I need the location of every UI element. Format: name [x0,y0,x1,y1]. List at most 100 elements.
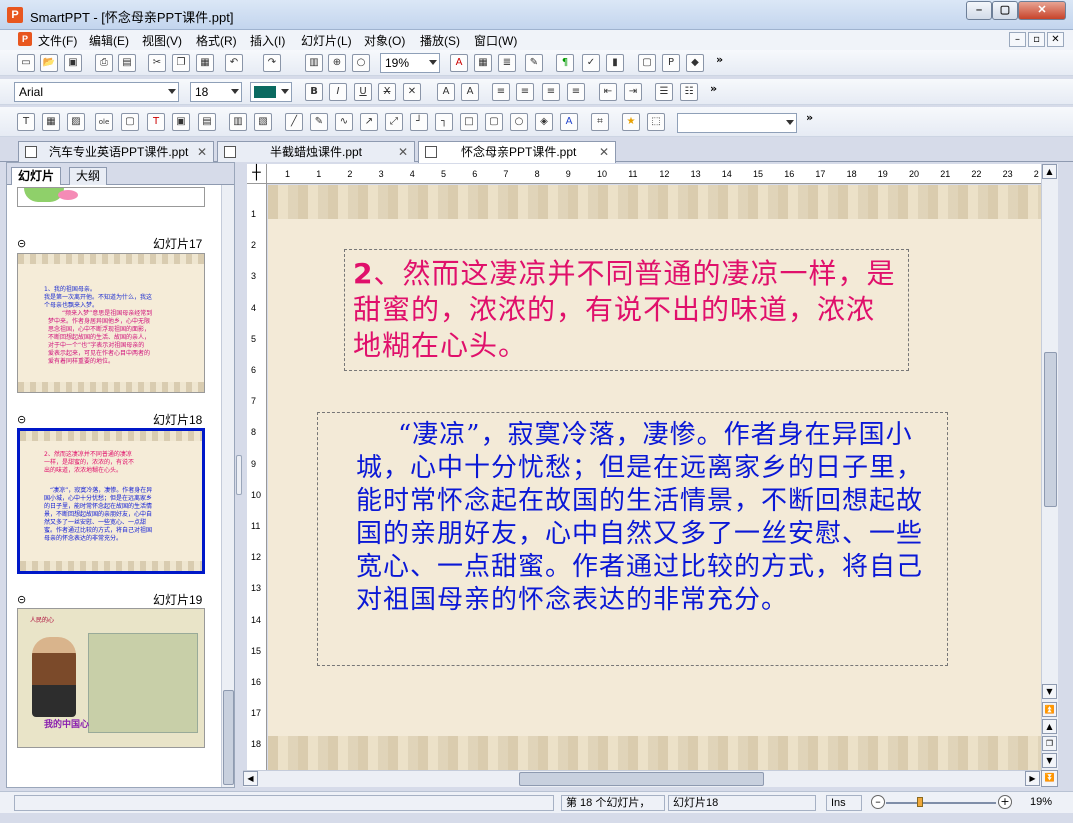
canvas-horizontal-scrollbar[interactable]: ◀ ▶ [243,770,1041,787]
open-icon[interactable]: 📂 [40,54,58,72]
menu-file[interactable]: 文件(F) [38,32,77,49]
textbox-icon[interactable]: T [17,113,35,131]
bullet-list-icon[interactable]: ☰ [655,83,673,101]
close-icon[interactable]: ✕ [197,142,207,162]
frame-icon[interactable]: ▢ [638,54,656,72]
scrollbar-thumb[interactable] [223,690,234,785]
shrink-font-icon[interactable]: A [461,83,479,101]
zoom-in-icon[interactable]: ⊕ [328,54,346,72]
tab-slides[interactable]: 幻灯片 [11,167,62,185]
toolbar-more-icon[interactable]: » [716,53,723,66]
tab-outline[interactable]: 大纲 [69,167,108,185]
shapes-icon[interactable]: ◈ [535,113,553,131]
next-page-icon[interactable]: ⏬ [1041,770,1058,787]
ole-icon[interactable]: ole [95,113,113,131]
mdi-minimize-button[interactable]: – [1009,32,1026,47]
publish-icon[interactable]: P [662,54,680,72]
curve-icon[interactable]: ∿ [335,113,353,131]
minimize-button[interactable]: – [966,1,992,20]
font-select[interactable]: Arial [14,82,179,102]
canvas-vertical-scrollbar[interactable]: ▲ ▼ ⏫ ▲ ❐ ▼ [1041,164,1058,770]
slide-thumbnail-19[interactable]: 人民的心 我的中国心 [17,608,205,748]
scroll-left-icon[interactable]: ◀ [243,771,258,786]
menu-slide[interactable]: 幻灯片(L) [301,32,352,49]
menu-view[interactable]: 视图(V) [142,32,182,49]
tab-doc-3[interactable]: 怀念母亲PPT课件.ppt ✕ [418,141,616,163]
save-icon[interactable]: ▣ [64,54,82,72]
scroll-down-icon[interactable]: ▼ [1042,684,1057,699]
body-textbox[interactable]: “凄凉”，寂寞冷落，凄惨。作者身在异国小城，心中十分忧愁；但是在远离家乡的日子里… [317,412,948,666]
numbered-list-icon[interactable]: ☷ [680,83,698,101]
group-icon[interactable]: ▥ [229,113,247,131]
rounded-rect-icon[interactable]: ▢ [485,113,503,131]
chart-icon[interactable]: ▮ [606,54,624,72]
scroll-right-icon[interactable]: ▶ [1025,771,1040,786]
zoom-slider-knob[interactable] [917,797,923,807]
close-icon[interactable]: ✕ [599,142,609,162]
pdf-icon[interactable]: ▤ [118,54,136,72]
arrow-icon[interactable]: ↗ [360,113,378,131]
image-icon[interactable]: ▨ [67,113,85,131]
slide-thumbnail-17[interactable]: 1、我的祖国母亲。 我是第一次离开他。不知道为什么，我这 个母亲也飘来入梦。 “… [17,253,205,393]
increase-indent-icon[interactable]: ⇥ [624,83,642,101]
prev-slide-icon[interactable]: ▲ [1042,719,1057,734]
line-icon[interactable]: ╱ [285,113,303,131]
italic-icon[interactable]: I [329,83,347,101]
grid-icon[interactable]: ▦ [42,113,60,131]
panel-splitter-handle[interactable] [236,455,242,495]
strikethrough-icon[interactable]: X [378,83,396,101]
zoom-icon[interactable]: ○ [352,54,370,72]
star-icon[interactable]: ★ [622,113,640,131]
align-left-icon[interactable]: ≡ [492,83,510,101]
doc-icon[interactable]: P [18,32,32,46]
ellipse-icon[interactable]: ○ [510,113,528,131]
rectangle-icon[interactable]: □ [460,113,478,131]
slide-thumbnail-18[interactable]: 2、然而这凄凉并不同普通的凄凉 一样，是甜蜜的，浓浓的，有说不 出的味道，浓浓地… [17,428,205,574]
slide-view-icon[interactable]: ❐ [1042,736,1057,751]
fill-color-select[interactable] [250,82,292,102]
underline-icon[interactable]: U [354,83,372,101]
zoom-slider[interactable] [886,802,996,804]
zoom-in-button[interactable]: + [998,795,1012,809]
first-slide-icon[interactable]: ⏫ [1042,702,1057,717]
mdi-close-button[interactable]: ✕ [1047,32,1064,47]
spellcheck-icon[interactable]: ✓ [582,54,600,72]
ruler-corner[interactable]: ┼ [247,164,267,184]
page-view-icon[interactable]: ▥ [305,54,323,72]
justify-icon[interactable]: ≡ [567,83,585,101]
close-icon[interactable]: ✕ [398,142,408,162]
pen-icon[interactable]: ✎ [310,113,328,131]
scroll-up-icon[interactable]: ▲ [1042,164,1057,179]
menu-edit[interactable]: 编辑(E) [89,32,129,49]
object-icon[interactable]: ▣ [172,113,190,131]
scrollbar-thumb[interactable] [519,772,764,786]
wordart-icon[interactable]: A [560,113,578,131]
tab-doc-2[interactable]: 半截蜡烛课件.ppt ✕ [217,141,415,162]
tab-doc-1[interactable]: 汽车专业英语PPT课件.ppt ✕ [18,141,214,162]
undo-icon[interactable]: ↶ [225,54,243,72]
scrollbar-thumb[interactable] [1044,352,1057,507]
frame-icon[interactable]: ▢ [121,113,139,131]
decrease-indent-icon[interactable]: ⇤ [599,83,617,101]
grow-font-icon[interactable]: A [437,83,455,101]
zoom-out-button[interactable]: – [871,795,885,809]
toolbar-more-icon[interactable]: » [806,111,813,124]
close-button[interactable]: ✕ [1018,1,1066,20]
double-connector-icon[interactable]: ┐ [435,113,453,131]
mdi-restore-button[interactable]: ▫ [1028,32,1045,47]
list-icon[interactable]: ≣ [498,54,516,72]
style-select[interactable] [677,113,797,133]
print-icon[interactable]: ⎙ [95,54,113,72]
align-objects-icon[interactable]: ▧ [254,113,272,131]
title-textbox[interactable]: 2、然而这凄凉并不同普通的凄凉一样，是甜蜜的，浓浓的，有说不出的味道，浓浓地糊在… [344,249,909,371]
bold-icon[interactable]: B [305,83,323,101]
slide-thumbnail-16[interactable] [17,187,205,207]
elbow-connector-icon[interactable]: ┘ [410,113,428,131]
cut-icon[interactable]: ✂ [148,54,166,72]
menu-play[interactable]: 播放(S) [420,32,460,49]
menu-object[interactable]: 对象(O) [364,32,405,49]
brush-icon[interactable]: ✎ [525,54,543,72]
connector-icon[interactable]: ⤢ [385,113,403,131]
menu-format[interactable]: 格式(R) [196,32,237,49]
redo-icon[interactable]: ↷ [263,54,281,72]
